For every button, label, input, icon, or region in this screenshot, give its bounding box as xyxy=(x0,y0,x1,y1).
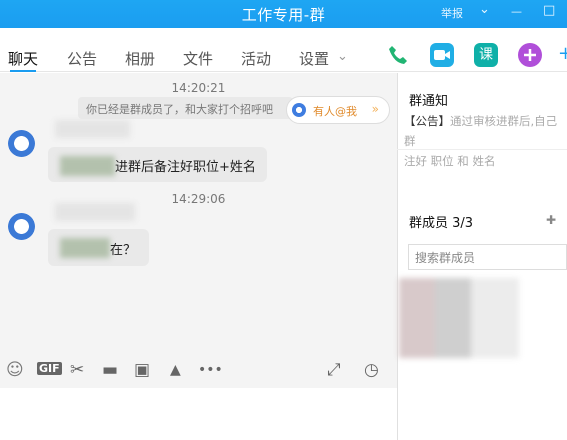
blurred-sender-name xyxy=(55,203,135,221)
video-icon[interactable] xyxy=(430,43,454,67)
input-toolbar: ☺ GIF ✂ ▬ ▣ ▲ ••• ⤢ ◷ xyxy=(0,360,397,386)
tab-chat[interactable]: 聊天 xyxy=(8,48,38,72)
avatar[interactable] xyxy=(8,213,35,240)
group-notice[interactable]: 【公告】通过审核进群后,自己群 注好 职位 和 姓名 xyxy=(404,111,564,171)
tab-events[interactable]: 活动 xyxy=(241,48,271,69)
minimize-icon[interactable]: — xyxy=(511,5,522,18)
more-tools-icon[interactable]: + xyxy=(558,43,567,67)
message-bubble[interactable]: 在？ xyxy=(48,229,149,266)
tab-album[interactable]: 相册 xyxy=(125,48,155,69)
message-text: 在？ xyxy=(110,243,137,258)
emoji-icon[interactable]: ☺ xyxy=(6,360,24,380)
maximize-icon[interactable]: □ xyxy=(543,3,555,18)
members-title: 群成员 3/3 xyxy=(409,216,474,231)
add-member-icon[interactable]: ✚ xyxy=(546,213,556,227)
system-message: 你已经是群成员了，和大家打个招呼吧 xyxy=(78,97,293,119)
title-bar: 工作专用-群 举报 ⌄ — □ xyxy=(0,0,567,28)
blurred-member-avatars xyxy=(399,278,519,358)
tab-settings[interactable]: 设置 xyxy=(299,48,329,69)
member-search-input[interactable]: 搜索群成员 xyxy=(408,244,567,270)
image-icon[interactable]: ▣ xyxy=(134,360,150,380)
notice-body-line2: 注好 职位 和 姓名 xyxy=(404,154,496,168)
expand-icon[interactable]: ⤢ xyxy=(327,360,341,380)
mention-pill[interactable]: 有人@我 » xyxy=(286,96,390,124)
group-notice-title: 群通知 xyxy=(409,94,449,109)
scissors-icon[interactable]: ✂ xyxy=(70,360,84,380)
timestamp: 14:20:21 xyxy=(171,81,226,95)
tab-files[interactable]: 文件 xyxy=(183,48,213,69)
gif-icon[interactable]: GIF xyxy=(37,362,62,375)
blurred-sender-name xyxy=(55,120,130,138)
dropdown-icon[interactable]: ⌄ xyxy=(479,2,490,17)
double-chevron-icon: » xyxy=(371,102,379,116)
notice-tag: 【公告】 xyxy=(404,114,450,128)
message-bubble[interactable]: 进群后备注好职位+姓名 xyxy=(48,147,267,182)
blurred-content xyxy=(60,156,115,176)
message-input[interactable] xyxy=(0,388,397,440)
tab-announcement[interactable]: 公告 xyxy=(67,48,97,69)
chevron-down-icon[interactable]: ⌄ xyxy=(337,49,348,64)
plus-icon[interactable] xyxy=(518,43,542,67)
blurred-content xyxy=(60,238,110,258)
divider xyxy=(397,149,567,150)
history-icon[interactable]: ◷ xyxy=(364,360,379,380)
more-icon[interactable]: ••• xyxy=(198,362,223,378)
report-button[interactable]: 举报 xyxy=(441,5,463,21)
avatar[interactable] xyxy=(8,130,35,157)
member-list[interactable] xyxy=(399,278,521,360)
avatar-icon xyxy=(292,103,306,117)
course-icon[interactable]: 课 xyxy=(474,43,498,67)
message-text: 进群后备注好职位+姓名 xyxy=(115,160,256,175)
phone-icon[interactable] xyxy=(386,43,410,67)
mention-label: 有人@我 xyxy=(313,105,357,118)
folder-icon[interactable]: ▬ xyxy=(102,360,118,380)
bell-icon[interactable]: ▲ xyxy=(170,362,181,378)
